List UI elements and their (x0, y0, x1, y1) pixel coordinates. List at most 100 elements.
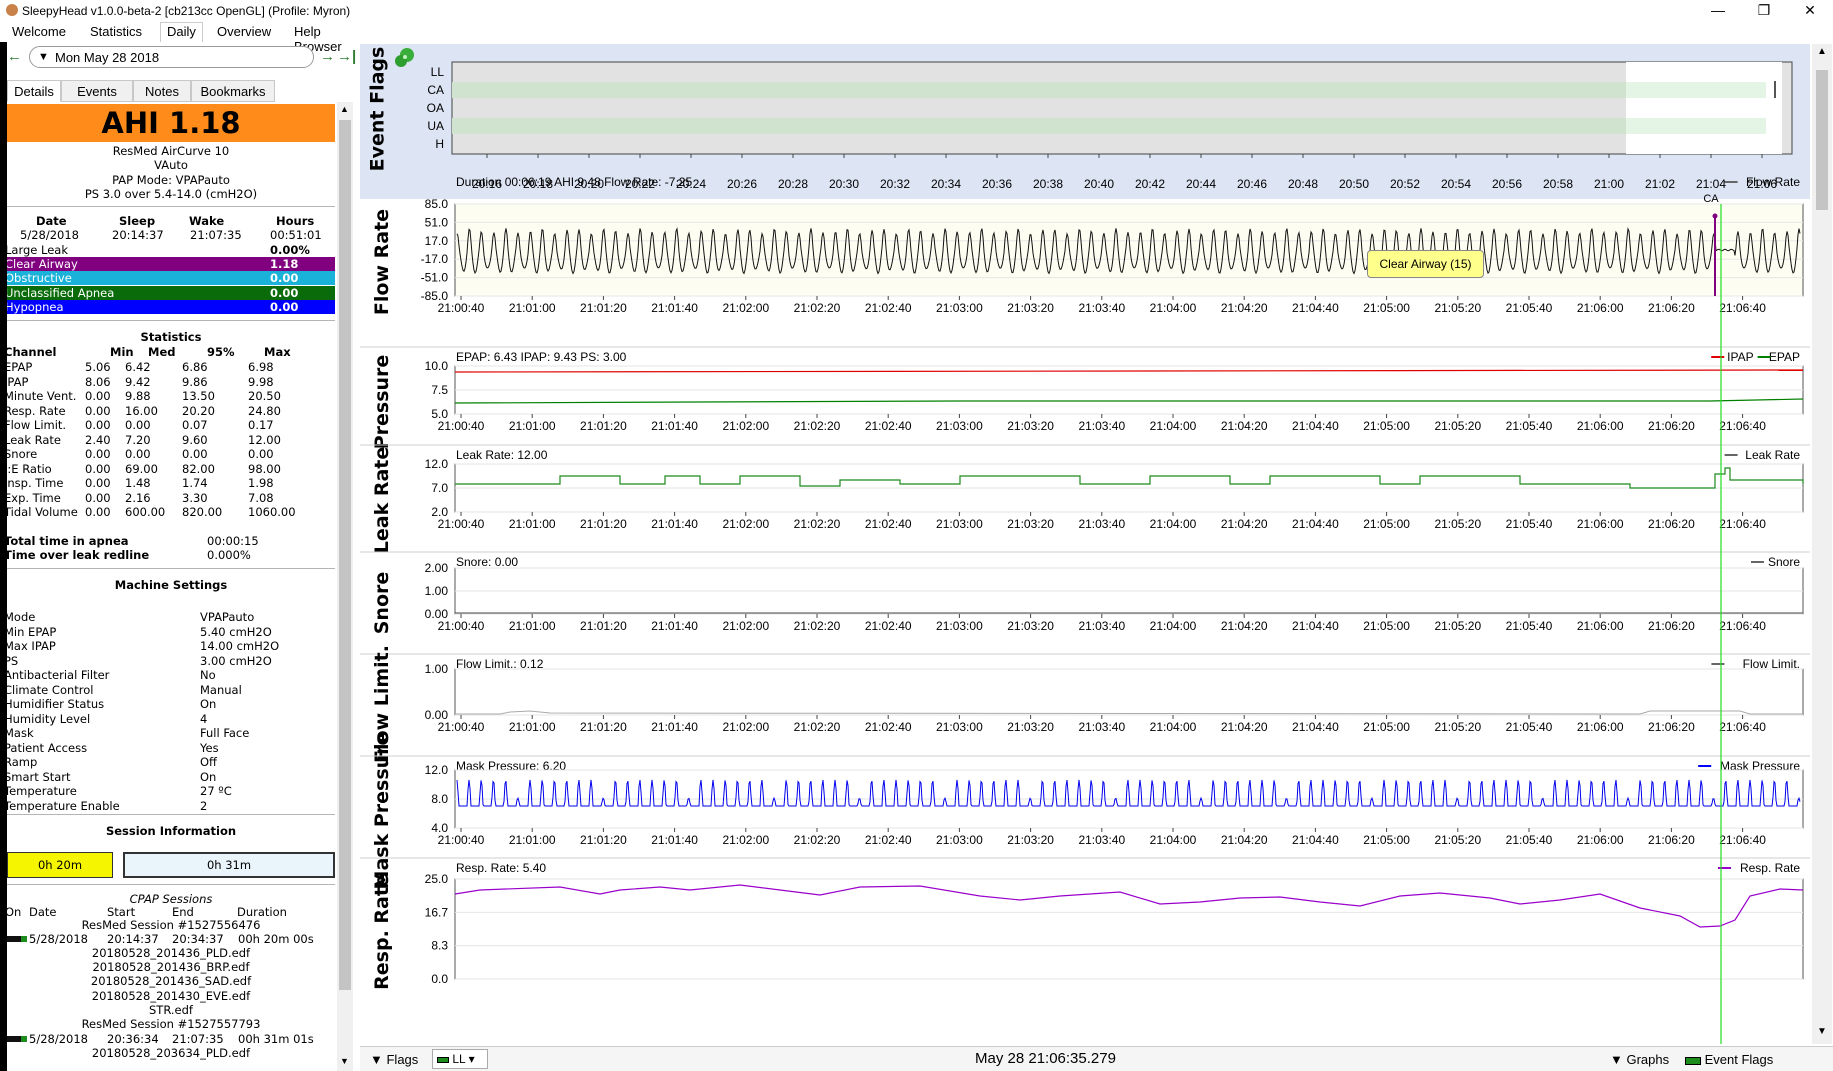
x-tick-label: 21:01:20 (580, 720, 627, 734)
scrollbar-thumb[interactable] (339, 120, 351, 990)
x-tick-label: 21:01:40 (651, 720, 698, 734)
date-value: Mon May 28 2018 (55, 50, 160, 65)
scroll-up-icon[interactable]: ▲ (1817, 46, 1827, 57)
graphs-scrollbar[interactable]: ▲ ▼ (1812, 44, 1832, 1044)
left-edge-strip (0, 42, 7, 1071)
session-2-title: ResMed Session #1527557793 (81, 1017, 261, 1031)
summary-header: Date Sleep Wake Hours (36, 214, 315, 228)
bottom-bar: ▼ Flags LL ▾ May 28 21:06:35.279 ▼ Graph… (360, 1046, 1833, 1071)
prev-day-button[interactable]: ← (7, 48, 22, 65)
session-1-duration[interactable]: 0h 20m (7, 852, 113, 878)
x-tick-label: 21:05:20 (1434, 517, 1481, 531)
pap-mode: PAP Mode: VPAPauto (112, 173, 230, 187)
x-tick-label: 21:05:00 (1363, 301, 1410, 315)
scroll-down-icon[interactable]: ▼ (340, 1056, 349, 1066)
scroll-down-icon[interactable]: ▼ (1817, 1026, 1827, 1037)
graphs-button[interactable]: ▼ Graphs (1610, 1052, 1669, 1067)
event-clear-airway[interactable]: Clear Airway 1.18 (7, 257, 335, 271)
tab-events[interactable]: Events (61, 80, 133, 102)
menu-daily[interactable]: Daily (160, 22, 203, 42)
graph-title: Leak Rate: 12.00 (456, 448, 548, 462)
x-tick-label: 21:01:00 (509, 301, 556, 315)
x-tick-label: 21:03:40 (1078, 301, 1125, 315)
graph-panel-4: Flow Limit. Flow Limit.: 0.12 Flow Limit.1… (360, 645, 1810, 763)
event-large-leak[interactable]: Large Leak 0.00% (7, 243, 335, 257)
x-tick-label: 21:01:20 (580, 301, 627, 315)
title-bar: SleepyHead v1.0.0-beta-2 [cb213cc OpenGL… (0, 0, 1833, 22)
divider (7, 206, 335, 207)
event-obstructive[interactable]: Obstructive 0.00 (7, 271, 335, 285)
menu-overview[interactable]: Overview (217, 22, 271, 42)
session-file: 20180528_201436_BRP.edf (92, 960, 250, 974)
graph-panel-5: Mask Pressure Mask Pressure: 6.20 Mask Pre… (360, 733, 1810, 889)
y-tick-label: 17.0 (425, 234, 449, 248)
minimize-button[interactable]: — (1695, 0, 1741, 22)
x-tick-label: 21:04:40 (1292, 419, 1339, 433)
event-hypopnea[interactable]: Hypopnea 0.00 (7, 300, 335, 314)
setting-row: PS 3.00 cmH2O (7, 653, 272, 668)
stats-row: Flow Limit. 0.00 0.00 0.07 0.17 (7, 418, 274, 432)
stats-row: Tidal Volume 0.00 600.00 820.00 1060.00 (7, 505, 296, 519)
graph-label: Resp. Rate (371, 874, 393, 990)
x-tick-label: 21:02:00 (722, 517, 769, 531)
x-tick-label: 21:02:00 (722, 833, 769, 847)
x-tick-label: 21:01:40 (651, 833, 698, 847)
session-2-duration[interactable]: 0h 31m (123, 852, 335, 878)
total-apnea-row: Total time in apnea 00:00:15 (7, 534, 259, 548)
graph-title: Resp. Rate: 5.40 (456, 861, 546, 875)
x-tick-label: 21:05:40 (1506, 619, 1553, 633)
date-picker[interactable]: ▼ Mon May 28 2018 (29, 46, 314, 68)
next-day-button[interactable]: → (320, 48, 335, 65)
cursor-timestamp: May 28 21:06:35.279 (975, 1050, 1116, 1067)
setting-row: Max IPAP 14.00 cmH2O (7, 639, 280, 653)
session-2-row[interactable]: 5/28/2018 20:36:34 21:07:35 00h 31m 01s (7, 1032, 335, 1047)
scroll-up-icon[interactable]: ▲ (340, 104, 349, 114)
scrollbar-thumb[interactable] (1816, 70, 1828, 210)
x-tick-label: 21:04:40 (1292, 619, 1339, 633)
menu-help-browser[interactable]: Help Browser (294, 22, 360, 54)
x-tick-label: 21:02:40 (865, 619, 912, 633)
flag-type-select[interactable]: LL ▾ (432, 1049, 488, 1069)
session-2-toggle[interactable] (7, 1036, 27, 1042)
details-scrollbar[interactable]: ▲ ▼ (337, 102, 353, 1071)
event-unclassified-apnea[interactable]: Unclassified Apnea 0.00 (7, 286, 335, 300)
clear-airway-tooltip: Clear Airway (15) (1367, 250, 1484, 278)
graph-label: Pressure (371, 355, 393, 450)
y-tick-label: 25.0 (425, 872, 449, 886)
x-tick-label: 21:03:00 (936, 833, 983, 847)
x-tick-label: 21:01:20 (580, 517, 627, 531)
graph-label: Flow Rate (371, 209, 393, 315)
plot-area (454, 668, 1804, 716)
setting-row: Mask Full Face (7, 726, 250, 740)
tab-bookmarks[interactable]: Bookmarks (191, 80, 275, 102)
x-tick-label: 21:04:00 (1150, 833, 1197, 847)
close-button[interactable]: ✕ (1787, 0, 1833, 22)
x-tick-label: 21:05:40 (1506, 419, 1553, 433)
session-1-toggle[interactable] (7, 936, 27, 942)
x-tick-label: 21:04:00 (1150, 419, 1197, 433)
setting-row: Antibacterial Filter No (7, 668, 216, 682)
x-tick-label: 21:05:40 (1506, 517, 1553, 531)
last-day-button[interactable]: →| (337, 48, 356, 65)
x-tick-label: 21:06:00 (1577, 619, 1624, 633)
flags-button[interactable]: ▼ Flags (370, 1052, 418, 1067)
menu-welcome[interactable]: Welcome (12, 22, 66, 42)
stats-row: Minute Vent. 0.00 9.88 13.50 20.50 (7, 389, 281, 403)
graphs-canvas[interactable]: Flow Rate Duration 00:06:19 AHI 9.48 Flow… (360, 44, 1810, 1044)
x-tick-label: 21:05:40 (1506, 720, 1553, 734)
tab-notes[interactable]: Notes (133, 80, 191, 102)
stats-row: EPAP 5.06 6.42 6.86 6.98 (7, 360, 274, 374)
session-1-row[interactable]: 5/28/2018 20:14:37 20:34:37 00h 20m 00s (7, 932, 335, 947)
event-flags-button[interactable]: Event Flags (1685, 1052, 1773, 1067)
tab-details[interactable]: Details (7, 80, 61, 102)
stats-row: Leak Rate 2.40 7.20 9.60 12.00 (7, 432, 281, 447)
graph-label: Leak Rate (371, 447, 393, 554)
setting-row: Temperature Enable 2 (7, 798, 208, 813)
window-title: SleepyHead v1.0.0-beta-2 [cb213cc OpenGL… (22, 4, 351, 18)
graph-panel-2: Leak Rate Leak Rate: 12.00 Leak Rate 12.0 7.… (360, 444, 1810, 554)
x-tick-label: 21:01:00 (509, 833, 556, 847)
x-tick-label: 21:05:40 (1506, 301, 1553, 315)
x-tick-label: 21:05:20 (1434, 619, 1481, 633)
maximize-button[interactable]: ❐ (1741, 0, 1787, 22)
menu-statistics[interactable]: Statistics (90, 22, 142, 42)
